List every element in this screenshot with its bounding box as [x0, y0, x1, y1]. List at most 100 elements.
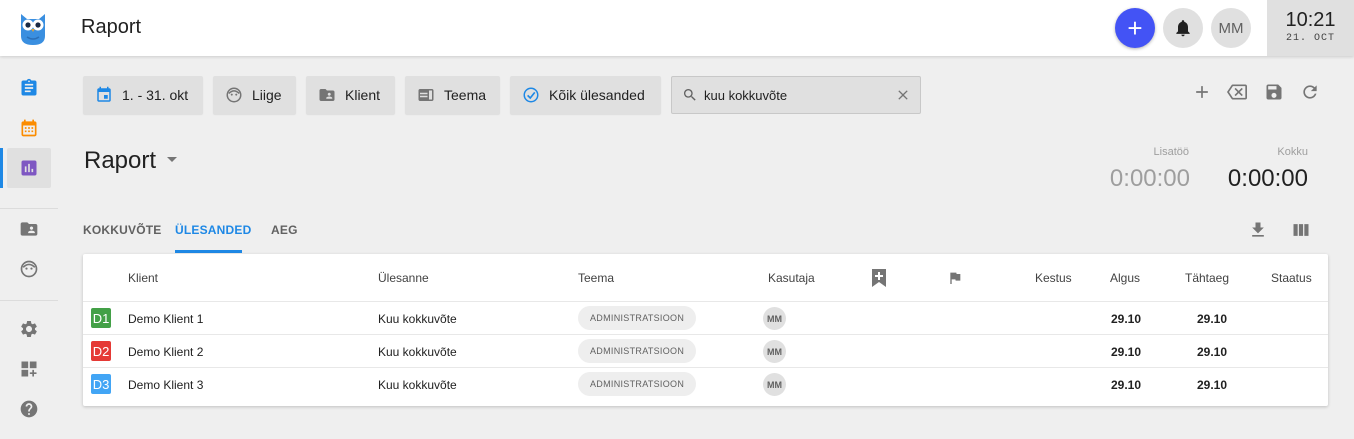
- client-folder-icon: [20, 222, 38, 236]
- notifications-button[interactable]: [1163, 8, 1203, 48]
- date-range-filter[interactable]: 1. - 31. okt: [83, 76, 203, 114]
- sidebar-item-settings[interactable]: [7, 309, 51, 349]
- sidebar-item-members[interactable]: [7, 249, 51, 289]
- table-row[interactable]: D2 Demo Klient 2 Kuu kokkuvõte ADMINISTR…: [83, 334, 1328, 367]
- active-tab-indicator: [175, 250, 242, 253]
- active-indicator: [0, 148, 3, 188]
- user-avatar: MM: [763, 340, 786, 363]
- clock-widget: 10:21 21. OCT: [1267, 0, 1354, 56]
- sidebar-item-help[interactable]: [7, 389, 51, 429]
- settings-gear-icon: [21, 321, 37, 337]
- tasks-filter[interactable]: Kõik ülesanded: [510, 76, 661, 114]
- sidebar-item-tasks[interactable]: [7, 68, 51, 108]
- table-row[interactable]: D3 Demo Klient 3 Kuu kokkuvõte ADMINISTR…: [83, 367, 1328, 400]
- tasks-filter-label: Kõik ülesanded: [549, 87, 645, 103]
- download-button[interactable]: [1246, 218, 1270, 242]
- columns-button[interactable]: [1289, 218, 1313, 242]
- user-avatar: MM: [763, 373, 786, 396]
- start-date: 29.10: [1111, 378, 1142, 392]
- client-name: Demo Klient 3: [128, 378, 204, 392]
- columns-icon: [1293, 224, 1309, 236]
- user-avatar: MM: [763, 307, 786, 330]
- date-range-label: 1. - 31. okt: [122, 87, 189, 103]
- app-title: Raport: [81, 16, 142, 38]
- extra-work-value: 0:00:00: [1109, 165, 1190, 192]
- member-filter-label: Liige: [252, 87, 282, 103]
- sidebar-item-clients[interactable]: [7, 209, 51, 249]
- tasks-table: Klient Ülesanne Teema Kasutaja Kestus Al…: [83, 254, 1328, 406]
- backspace-icon: [1227, 84, 1247, 100]
- calendar-icon: [21, 119, 37, 137]
- search-input[interactable]: [704, 86, 889, 104]
- sidebar-item-widgets[interactable]: [7, 349, 51, 389]
- sidebar-item-report[interactable]: [7, 148, 51, 188]
- search-box: [671, 76, 921, 114]
- client-folder-icon: [319, 89, 335, 101]
- column-header-client[interactable]: Klient: [128, 271, 158, 285]
- refresh-button[interactable]: [1298, 80, 1322, 104]
- column-header-user[interactable]: Kasutaja: [768, 271, 815, 285]
- task-name: Kuu kokkuvõte: [378, 312, 457, 326]
- extra-work-label: Lisatöö: [1153, 146, 1189, 158]
- table-row[interactable]: D1 Demo Klient 1 Kuu kokkuvõte ADMINISTR…: [83, 301, 1328, 334]
- plus-icon: +: [1127, 13, 1143, 43]
- refresh-icon: [1303, 85, 1317, 99]
- member-filter[interactable]: Liige: [213, 76, 296, 114]
- search-icon: [684, 89, 696, 101]
- deadline-date: 29.10: [1197, 345, 1228, 359]
- client-name: Demo Klient 2: [128, 345, 204, 359]
- clear-search-icon[interactable]: [895, 87, 911, 103]
- download-icon: [1252, 222, 1264, 237]
- client-badge: D1: [91, 308, 111, 328]
- total-label: Kokku: [1277, 146, 1308, 158]
- calendar-icon: [97, 86, 111, 102]
- top-bar: Raport + MM 10:21 21. OCT: [0, 0, 1354, 56]
- total-value: 0:00:00: [1227, 165, 1308, 192]
- save-filter-button[interactable]: [1262, 80, 1286, 104]
- clipboard-icon: [21, 78, 37, 96]
- user-avatar[interactable]: MM: [1211, 8, 1251, 48]
- theme-chip: ADMINISTRATSIOON: [578, 372, 697, 396]
- add-filter-button[interactable]: [1190, 80, 1214, 104]
- column-header-duration[interactable]: Kestus: [1035, 271, 1072, 285]
- task-name: Kuu kokkuvõte: [378, 378, 457, 392]
- owl-logo-icon: [18, 10, 48, 46]
- column-header-deadline[interactable]: Tähtaeg: [1185, 271, 1229, 285]
- client-badge: D3: [91, 374, 111, 394]
- page-title: Raport: [84, 147, 157, 174]
- column-header-start[interactable]: Algus: [1110, 271, 1140, 285]
- start-date: 29.10: [1111, 312, 1142, 326]
- theme-chip: ADMINISTRATSIOON: [578, 339, 697, 363]
- column-header-theme[interactable]: Teema: [578, 271, 614, 285]
- member-face-icon: [20, 260, 38, 278]
- add-button[interactable]: +: [1115, 8, 1155, 48]
- sidebar-divider: [0, 300, 58, 301]
- chevron-down-icon[interactable]: [166, 155, 178, 165]
- task-name: Kuu kokkuvõte: [378, 345, 457, 359]
- tab-time[interactable]: AEG: [271, 223, 298, 237]
- tab-tasks[interactable]: ÜLESANDED: [175, 223, 251, 237]
- member-face-icon: [226, 87, 242, 103]
- report-chart-icon: [21, 160, 37, 176]
- check-circle-icon: [523, 87, 539, 103]
- add-note-icon[interactable]: [871, 269, 887, 287]
- bell-icon: [1176, 20, 1190, 37]
- start-date: 29.10: [1111, 345, 1142, 359]
- tab-summary[interactable]: KOKKUVÕTE: [83, 223, 161, 237]
- theme-filter-label: Teema: [444, 87, 487, 103]
- help-icon: [20, 400, 38, 418]
- deadline-date: 29.10: [1197, 378, 1228, 392]
- sidebar-item-calendar[interactable]: [7, 108, 51, 148]
- clear-filters-button[interactable]: [1225, 80, 1249, 104]
- client-filter-label: Klient: [345, 87, 381, 103]
- save-icon: [1266, 84, 1282, 100]
- column-header-task[interactable]: Ülesanne: [378, 271, 429, 285]
- client-badge: D2: [91, 341, 111, 361]
- client-name: Demo Klient 1: [128, 312, 204, 326]
- add-widget-icon: [21, 361, 37, 377]
- theme-filter[interactable]: Teema: [405, 76, 500, 114]
- flag-icon[interactable]: [947, 269, 963, 287]
- column-header-status[interactable]: Staatus: [1271, 271, 1312, 285]
- client-filter[interactable]: Klient: [306, 76, 395, 114]
- theme-card-icon: [418, 89, 434, 101]
